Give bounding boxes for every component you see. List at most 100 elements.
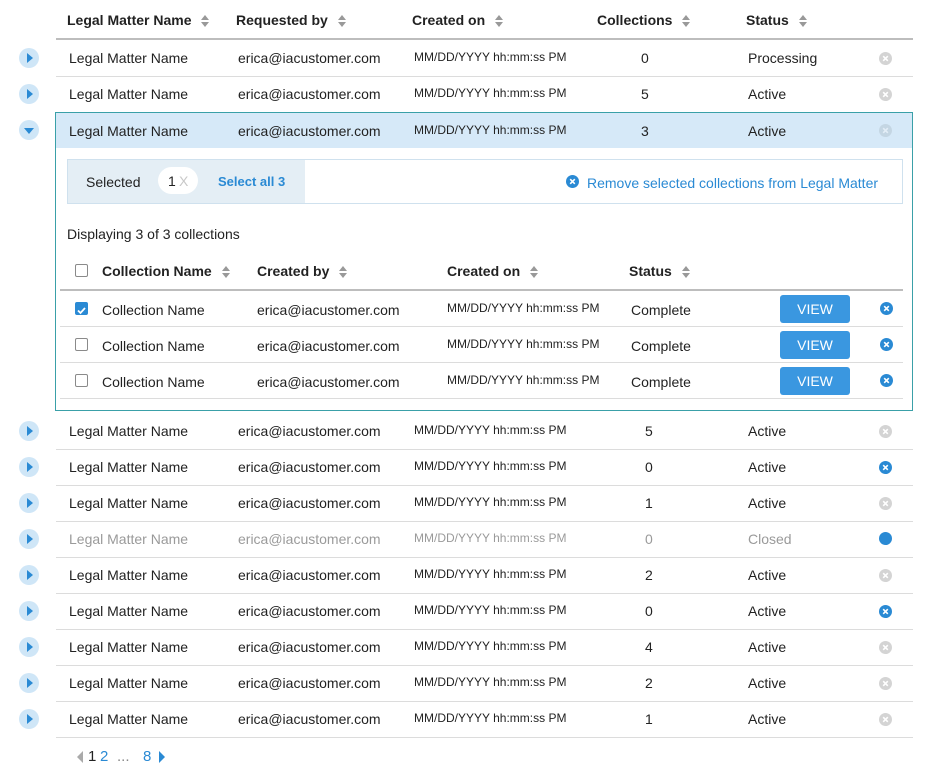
created-on: MM/DD/YYYY hh:mm:ss PM [447,337,600,351]
column-header-legal-matter-name[interactable]: Legal Matter Name [67,12,210,28]
status: Active [748,603,787,619]
page-8-link[interactable]: 8 [143,748,151,765]
column-header-collection-status[interactable]: Status [629,263,690,279]
remove-icon[interactable] [879,569,892,582]
expand-row-button[interactable] [19,529,39,549]
requested-by: erica@iacustomer.com [238,459,381,475]
collection-status: Complete [631,338,691,354]
table-row[interactable]: Legal Matter Name erica@iacustomer.com M… [56,701,913,738]
table-row[interactable]: Legal Matter Name erica@iacustomer.com M… [56,557,913,594]
expand-row-button[interactable] [19,84,39,104]
expand-row-button[interactable] [19,48,39,68]
select-all-link[interactable]: Select all 3 [218,174,285,189]
page-1-current[interactable]: 1 [88,748,96,765]
table-row[interactable]: Legal Matter Name erica@iacustomer.com M… [56,485,913,522]
collection-name: Collection Name [102,374,205,390]
column-header-requested-by[interactable]: Requested by [236,12,346,28]
select-all-checkbox[interactable] [75,264,88,277]
view-button[interactable]: VIEW [780,331,850,359]
remove-icon[interactable] [879,605,892,618]
created-by: erica@iacustomer.com [257,338,400,354]
table-row[interactable]: Legal Matter Name erica@iacustomer.com M… [56,76,913,113]
row-checkbox-checked[interactable] [75,302,88,315]
row-checkbox[interactable] [75,338,88,351]
requested-by: erica@iacustomer.com [238,711,381,727]
chevron-right-icon [27,714,33,724]
chevron-right-icon [27,570,33,580]
remove-icon[interactable] [879,713,892,726]
clear-selection-icon[interactable]: X [179,173,188,189]
chevron-right-icon [27,462,33,472]
table-row[interactable]: Legal Matter Name erica@iacustomer.com M… [56,629,913,666]
expand-row-button[interactable] [19,565,39,585]
collection-row[interactable]: Collection Name erica@iacustomer.com MM/… [60,327,903,363]
remove-icon[interactable] [879,88,892,101]
expand-row-button[interactable] [19,493,39,513]
status: Active [748,675,787,691]
chevron-right-icon [27,426,33,436]
selected-count: 1 [168,173,176,189]
table-row[interactable]: Legal Matter Name erica@iacustomer.com M… [56,665,913,702]
page-2-link[interactable]: 2 [100,748,108,765]
remove-icon[interactable] [879,124,892,137]
remove-icon[interactable] [879,641,892,654]
status: Active [748,711,787,727]
expand-row-button[interactable] [19,637,39,657]
created-on: MM/DD/YYYY hh:mm:ss PM [414,423,567,437]
created-on: MM/DD/YYYY hh:mm:ss PM [447,301,600,315]
remove-selected-icon[interactable] [566,175,579,188]
column-header-created-on[interactable]: Created on [412,12,504,28]
expand-row-button[interactable] [19,673,39,693]
status: Active [748,567,787,583]
expanded-legal-matter: Legal Matter Name erica@iacustomer.com M… [55,112,913,411]
column-header-created-by[interactable]: Created by [257,263,348,279]
column-header-collection-created-on[interactable]: Created on [447,263,539,279]
chevron-right-icon [27,642,33,652]
remove-collection-icon[interactable] [880,374,893,387]
created-on: MM/DD/YYYY hh:mm:ss PM [447,373,600,387]
next-page-icon[interactable] [158,750,166,763]
previous-page-icon[interactable] [76,750,84,763]
collections-count: 0 [641,50,649,66]
collection-row[interactable]: Collection Name erica@iacustomer.com MM/… [60,363,903,399]
selected-label: Selected [86,174,141,190]
collections-count: 2 [645,567,653,583]
table-row[interactable]: Legal Matter Name erica@iacustomer.com M… [56,593,913,630]
created-on: MM/DD/YYYY hh:mm:ss PM [414,50,567,64]
legal-matter-name: Legal Matter Name [69,123,189,139]
remove-icon[interactable] [879,461,892,474]
table-row-closed[interactable]: Legal Matter Name erica@iacustomer.com M… [56,521,913,558]
row-checkbox[interactable] [75,374,88,387]
remove-icon[interactable] [879,425,892,438]
table-row-selected[interactable]: Legal Matter Name erica@iacustomer.com M… [56,113,912,148]
pagination-ellipsis: ... [117,748,130,765]
expand-row-button[interactable] [19,601,39,621]
closed-status-dot-icon[interactable] [879,532,892,545]
remove-icon[interactable] [879,52,892,65]
sort-icon [495,15,504,28]
sort-icon [682,15,691,28]
column-header-collections[interactable]: Collections [597,12,691,28]
remove-collection-icon[interactable] [880,338,893,351]
expand-row-button[interactable] [19,457,39,477]
collection-status: Complete [631,374,691,390]
remove-collection-icon[interactable] [880,302,893,315]
status: Active [748,86,787,102]
view-button[interactable]: VIEW [780,295,850,323]
status: Active [748,495,787,511]
table-row[interactable]: Legal Matter Name erica@iacustomer.com M… [56,40,913,77]
remove-selected-link[interactable]: Remove selected collections from Legal M… [587,175,878,191]
view-button[interactable]: VIEW [780,367,850,395]
expand-row-button[interactable] [19,709,39,729]
remove-icon[interactable] [879,497,892,510]
remove-icon[interactable] [879,677,892,690]
table-row[interactable]: Legal Matter Name erica@iacustomer.com M… [56,449,913,486]
collections-count: 0 [645,603,653,619]
column-header-collection-name[interactable]: Collection Name [102,263,230,279]
collection-row[interactable]: Collection Name erica@iacustomer.com MM/… [60,291,903,327]
column-header-status[interactable]: Status [746,12,807,28]
table-row[interactable]: Legal Matter Name erica@iacustomer.com M… [56,413,913,450]
collapse-row-button[interactable] [19,120,39,140]
legal-matter-name: Legal Matter Name [69,459,189,475]
expand-row-button[interactable] [19,421,39,441]
